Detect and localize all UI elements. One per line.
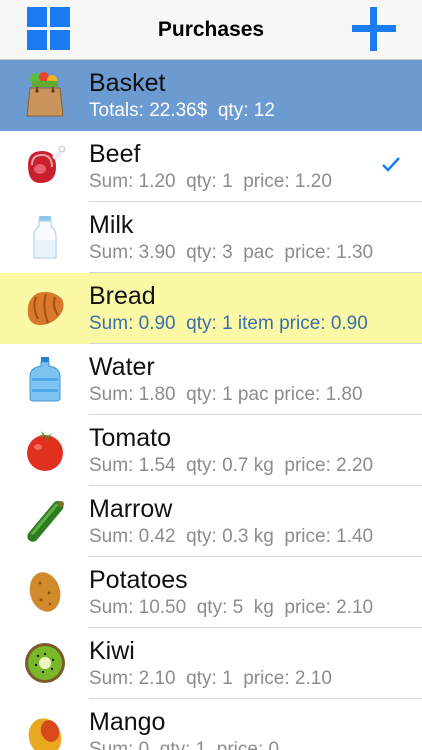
item-name: Mango [89,708,166,736]
list-item-bread[interactable]: Bread Sum: 0.90 qty: 1 item price: 0.90 [0,273,422,344]
item-name: Kiwi [89,637,135,665]
item-detail: Sum: 1.20 qty: 1 price: 1.20 [89,171,332,192]
item-name: Potatoes [89,566,188,594]
beef-icon [28,145,66,183]
item-name: Tomato [89,424,171,452]
milk-bottle-icon [33,216,57,259]
item-detail: Sum: 0 qty: 1 price: 0 [89,739,280,750]
list-item-tomato[interactable]: Tomato Sum: 1.54 qty: 0.7 kg price: 2.20 [0,415,422,486]
kiwi-icon [25,643,65,683]
item-detail: Sum: 0.90 qty: 1 item price: 0.90 [89,313,368,334]
potato-icon [29,572,61,612]
list-item-kiwi[interactable]: Kiwi Sum: 2.10 qty: 1 price: 2.10 [0,628,422,699]
item-detail: Sum: 0.42 qty: 0.3 kg price: 1.40 [89,526,374,547]
list-item-water[interactable]: Water Sum: 1.80 qty: 1 pac price: 1.80 [0,344,422,415]
marrow-icon [27,500,64,542]
water-jug-icon [29,357,61,402]
item-name: Marrow [89,495,173,523]
item-detail: Sum: 1.80 qty: 1 pac price: 1.80 [89,384,363,405]
item-name: Water [89,353,155,381]
add-item-button[interactable] [352,7,396,51]
item-name: Basket [89,69,166,97]
purchase-list: Basket Totals: 22.36$ qty: 12 Beef Sum: … [0,60,422,750]
item-detail: Sum: 2.10 qty: 1 price: 2.10 [89,668,332,689]
basket-bag-icon [26,72,64,117]
list-item-mango[interactable]: Mango Sum: 0 qty: 1 price: 0 [0,699,422,750]
item-detail: Sum: 10.50 qty: 5 kg price: 2.10 [89,597,374,618]
checkmark-icon [382,157,400,172]
list-item-beef[interactable]: Beef Sum: 1.20 qty: 1 price: 1.20 [0,131,422,202]
item-detail: Totals: 22.36$ qty: 12 [89,100,275,121]
list-item-milk[interactable]: Milk Sum: 3.90 qty: 3 pac price: 1.30 [0,202,422,273]
mango-icon [28,718,62,750]
item-name: Beef [89,140,141,168]
item-name: Bread [89,282,156,310]
item-detail: Sum: 3.90 qty: 3 pac price: 1.30 [89,242,374,263]
bread-icon [27,291,64,325]
list-item-marrow[interactable]: Marrow Sum: 0.42 qty: 0.3 kg price: 1.40 [0,486,422,557]
list-item-potatoes[interactable]: Potatoes Sum: 10.50 qty: 5 kg price: 2.1… [0,557,422,628]
list-item-basket[interactable]: Basket Totals: 22.36$ qty: 12 [0,60,422,131]
navigation-bar: Purchases [0,0,422,60]
item-detail: Sum: 1.54 qty: 0.7 kg price: 2.20 [89,455,374,476]
tomato-icon [27,431,63,471]
item-name: Milk [89,211,134,239]
